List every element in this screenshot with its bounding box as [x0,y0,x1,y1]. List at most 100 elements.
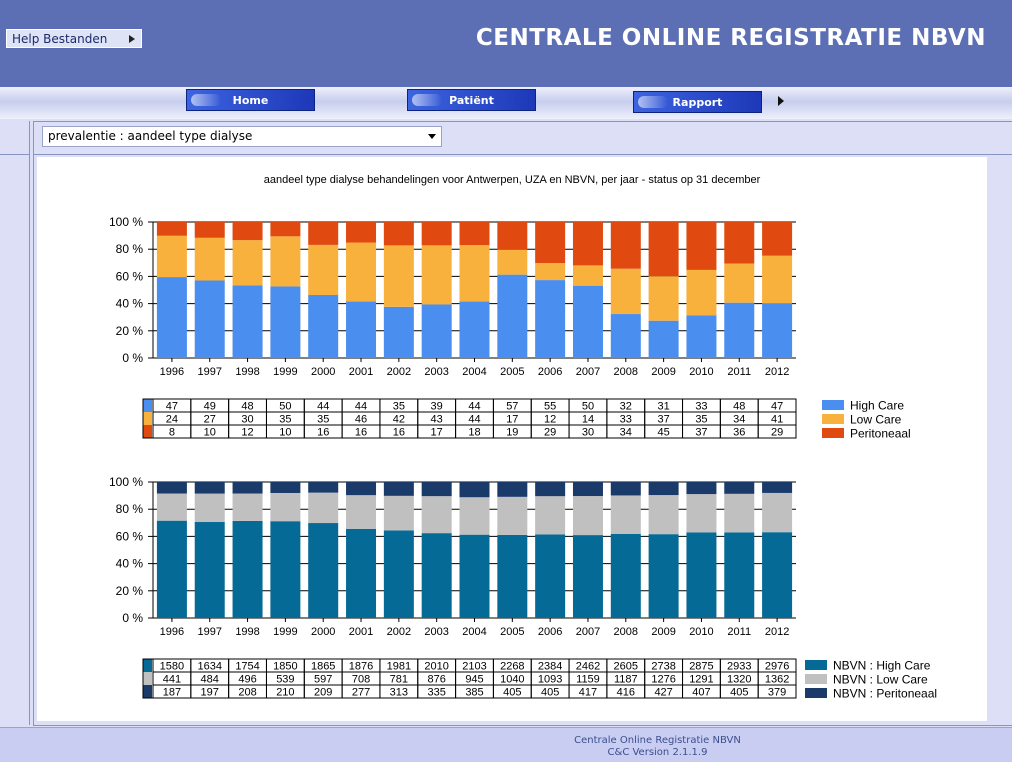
table-value: 37 [657,414,669,426]
table-value: 210 [276,687,294,699]
table-value: 44 [468,414,480,426]
nav-arrow-icon[interactable] [778,96,784,106]
x-tick-label: 2006 [538,366,562,378]
bar-segment [459,497,490,535]
bar-segment [421,533,452,618]
table-value: 33 [695,401,707,413]
table-value: 441 [163,674,181,686]
bar-segment [194,482,225,494]
table-value: 277 [352,687,370,699]
nav-rapport-button[interactable]: Rapport [633,91,762,113]
bar-segment [232,520,263,618]
bar-segment [346,301,377,358]
legend-swatch [822,428,844,438]
table-value: 35 [279,414,291,426]
footer: Centrale Online Registratie NBVN C&C Ver… [0,727,1012,762]
x-tick-label: 2004 [462,366,486,378]
app-header: Help Bestanden CENTRALE ONLINE REGISTRAT… [0,0,1012,87]
bar-segment [421,496,452,534]
bar-segment [270,482,301,493]
table-swatch [143,659,152,672]
x-tick-label: 2003 [424,626,448,638]
table-value: 16 [355,427,367,439]
table-value: 1876 [349,661,373,673]
x-tick-label: 2006 [538,626,562,638]
x-tick-label: 2012 [765,366,789,378]
table-value: 781 [390,674,408,686]
x-tick-label: 2005 [500,366,524,378]
bar-segment [232,285,263,358]
bar-segment [459,301,490,358]
table-value: 30 [241,414,253,426]
table-value: 17 [431,427,443,439]
bar-segment [686,532,717,618]
bar-segment [383,495,414,531]
bar-segment [194,280,225,358]
table-value: 1276 [651,674,675,686]
bar-segment [156,277,187,358]
x-tick-label: 1996 [160,626,184,638]
bar-segment [421,245,452,305]
table-value: 29 [771,427,783,439]
bar-segment [610,495,641,534]
table-value: 50 [582,401,594,413]
table-value: 18 [468,427,480,439]
bar-segment [610,222,641,269]
x-tick-label: 1998 [235,366,259,378]
table-value: 597 [314,674,332,686]
table-value: 2462 [576,661,600,673]
x-tick-label: 2005 [500,626,524,638]
y-tick-label: 0 % [122,351,143,365]
table-value: 1291 [689,674,713,686]
bar-segment [724,493,755,533]
table-value: 2875 [689,661,713,673]
bar-segment [421,222,452,246]
bar-segment [648,276,679,321]
footer-title: Centrale Online Registratie NBVN [574,735,741,746]
y-tick-label: 60 % [116,269,144,283]
bar-segment [459,534,490,618]
bar-segment [346,482,377,496]
nav-home-button[interactable]: Home [186,89,315,111]
y-tick-label: 100 % [109,475,143,489]
table-value: 405 [730,687,748,699]
bar-segment [762,492,793,533]
table-value: 47 [771,401,783,413]
nav-patient-button[interactable]: Patiënt [407,89,536,111]
table-value: 47 [166,401,178,413]
table-value: 379 [768,687,786,699]
bar-segment [497,496,528,535]
table-value: 1320 [727,674,751,686]
y-tick-label: 40 % [116,297,144,311]
table-value: 1865 [311,661,335,673]
bar-segment [762,255,793,304]
x-tick-label: 2011 [727,366,751,378]
bar-segment [308,482,339,493]
bar-segment [724,482,755,494]
x-tick-label: 1997 [197,366,221,378]
bar-segment [762,532,793,618]
table-swatch [143,399,152,412]
x-tick-label: 2002 [387,366,411,378]
table-value: 1362 [765,674,789,686]
x-tick-label: 2000 [311,626,335,638]
bar-segment [156,493,187,521]
table-value: 945 [465,674,483,686]
bar-segment [232,493,263,521]
bar-segment [232,240,263,286]
chart-nbvn: 0 % 20 % 40 % 60 % 80 % 100 % 1996 1997 1998 1999… [109,475,937,700]
report-select[interactable]: prevalentie : aandeel type dialyse [42,126,442,147]
table-value: 29 [544,427,556,439]
x-tick-label: 2000 [311,366,335,378]
legend-swatch [822,400,844,410]
table-value: 427 [654,687,672,699]
table-value: 41 [771,414,783,426]
bar-segment [686,494,717,533]
x-tick-label: 2002 [387,626,411,638]
table-swatch [143,425,152,438]
bar-segment [572,482,603,497]
help-files-button[interactable]: Help Bestanden [6,29,142,48]
y-tick-label: 80 % [116,242,144,256]
table-value: 208 [238,687,256,699]
x-tick-label: 1998 [235,626,259,638]
